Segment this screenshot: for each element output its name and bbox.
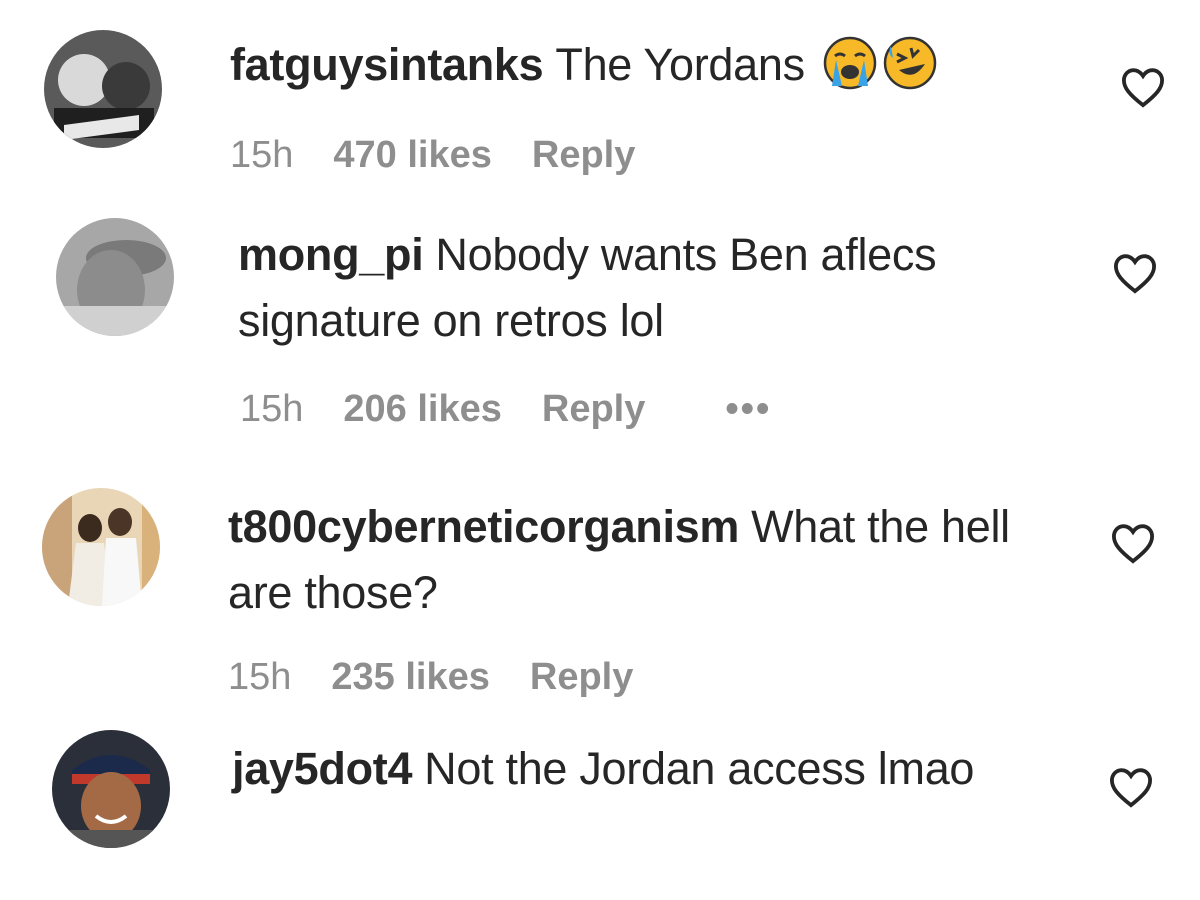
comment-item: jay5dot4 Not the Jordan access lmao — [0, 720, 1200, 900]
heart-outline-icon[interactable] — [1108, 766, 1154, 808]
user-avatar[interactable] — [44, 30, 162, 148]
user-avatar[interactable] — [52, 730, 170, 848]
comment-meta: 15h 206 likes Reply ••• — [240, 388, 811, 431]
avatar-image — [56, 218, 174, 336]
heart-outline-icon[interactable] — [1120, 66, 1166, 108]
comment-text: The Yordans — [555, 39, 805, 90]
avatar-image — [44, 30, 162, 148]
more-options-icon[interactable]: ••• — [725, 388, 771, 430]
reply-button[interactable]: Reply — [532, 134, 635, 176]
comment-item: fatguysintanks The Yordans 15h 470 likes… — [0, 0, 1200, 200]
reply-button[interactable]: Reply — [542, 388, 645, 430]
comment-username[interactable]: mong_pi — [238, 229, 424, 280]
comment-likes[interactable]: 235 likes — [331, 656, 489, 698]
comment-text: Not the Jordan access lmao — [424, 743, 975, 794]
comment-time: 15h — [230, 134, 294, 176]
user-avatar[interactable] — [42, 488, 160, 606]
comments-list: fatguysintanks The Yordans 15h 470 likes… — [0, 0, 1200, 900]
heart-outline-icon[interactable] — [1112, 252, 1158, 294]
reply-button[interactable]: Reply — [530, 656, 633, 698]
comment-body: mong_pi Nobody wants Ben aflecs signature… — [238, 222, 1058, 354]
comment-item: mong_pi Nobody wants Ben aflecs signature… — [0, 200, 1200, 460]
avatar-image — [52, 730, 170, 848]
comment-meta: 15h 235 likes Reply — [228, 656, 673, 699]
heart-outline-icon[interactable] — [1110, 522, 1156, 564]
comment-meta: 15h 470 likes Reply — [230, 134, 675, 177]
comment-likes[interactable]: 206 likes — [343, 388, 501, 430]
comment-likes[interactable]: 470 likes — [333, 134, 491, 176]
rolling-on-floor-laughing-emoji — [883, 36, 937, 90]
comment-body: fatguysintanks The Yordans — [230, 32, 1050, 98]
comment-username[interactable]: fatguysintanks — [230, 39, 544, 90]
comment-body: jay5dot4 Not the Jordan access lmao — [232, 736, 1052, 802]
comment-body: t800cyberneticorganism What the hell are … — [228, 494, 1048, 626]
comment-username[interactable]: t800cyberneticorganism — [228, 501, 739, 552]
comment-item: t800cyberneticorganism What the hell are … — [0, 470, 1200, 720]
comment-username[interactable]: jay5dot4 — [232, 743, 412, 794]
avatar-image — [42, 488, 160, 606]
comment-time: 15h — [240, 388, 304, 430]
loudly-crying-face-emoji — [823, 36, 877, 90]
user-avatar[interactable] — [56, 218, 174, 336]
comment-time: 15h — [228, 656, 292, 698]
